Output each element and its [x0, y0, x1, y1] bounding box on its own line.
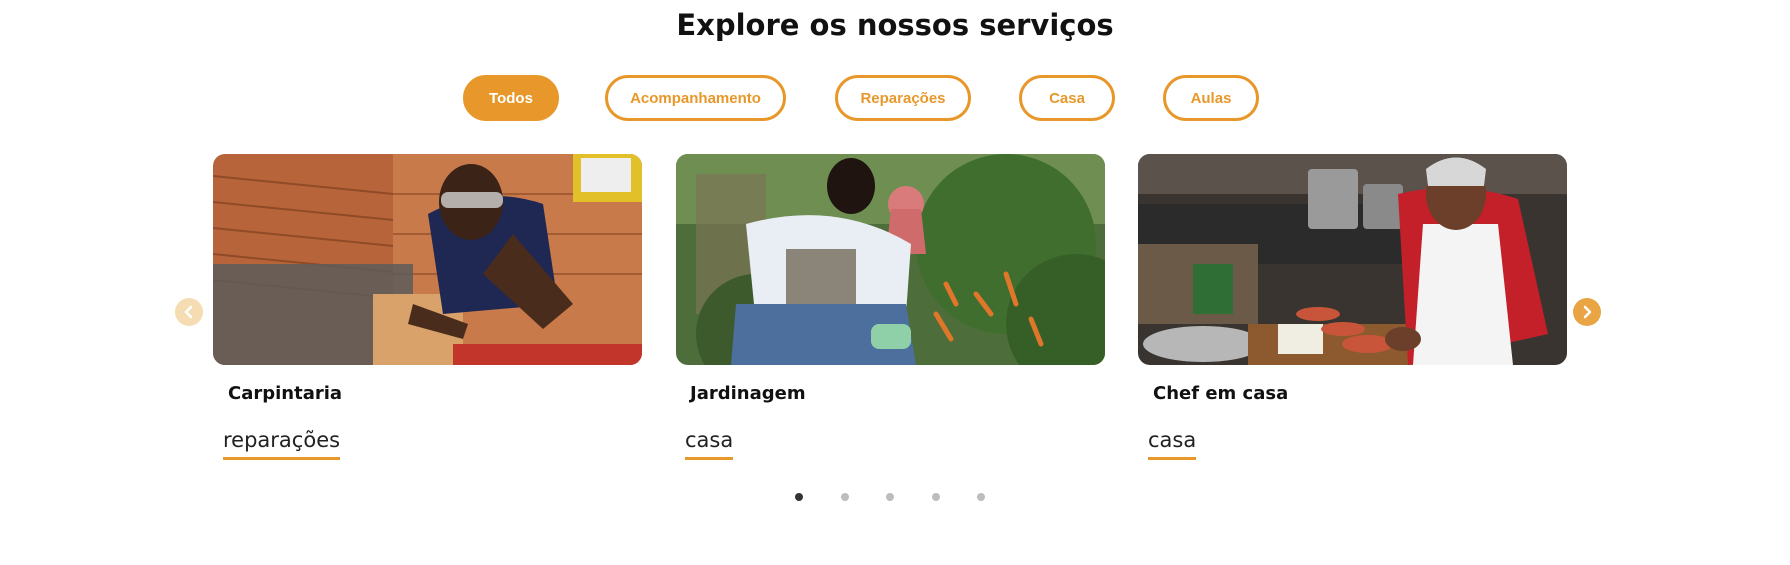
gardening-photo — [676, 154, 1105, 365]
carousel-dot-1[interactable] — [795, 493, 803, 501]
card-title-jardinagem: Jardinagem — [690, 383, 806, 404]
filter-casa-button[interactable]: Casa — [1019, 75, 1115, 121]
carousel-next-button[interactable] — [1573, 298, 1601, 326]
card-image-chef-em-casa[interactable] — [1138, 154, 1567, 365]
carousel-dot-4[interactable] — [932, 493, 940, 501]
filter-reparacoes-button[interactable]: Reparações — [835, 75, 971, 121]
carpentry-photo — [213, 154, 642, 365]
chevron-right-icon — [1583, 305, 1592, 319]
card-tag-jardinagem[interactable]: casa — [685, 426, 734, 460]
card-image-jardinagem[interactable] — [676, 154, 1105, 365]
cooking-photo — [1138, 154, 1567, 365]
filter-acompanhamento-button[interactable]: Acompanhamento — [605, 75, 786, 121]
filter-aulas-button[interactable]: Aulas — [1163, 75, 1259, 121]
filter-todos-button[interactable]: Todos — [463, 75, 559, 121]
card-title-carpintaria: Carpintaria — [228, 383, 343, 404]
card-image-carpintaria[interactable] — [213, 154, 642, 365]
card-title-chef-em-casa: Chef em casa — [1153, 383, 1289, 404]
carousel-prev-button[interactable] — [175, 298, 203, 326]
chevron-left-icon — [184, 305, 193, 319]
card-tag-chef-em-casa[interactable]: casa — [1148, 426, 1197, 460]
carousel-dot-2[interactable] — [841, 493, 849, 501]
section-title: Explore os nossos serviços — [676, 8, 1114, 42]
card-tag-carpintaria[interactable]: reparações — [223, 426, 341, 460]
carousel-dot-5[interactable] — [977, 493, 985, 501]
carousel-dot-3[interactable] — [886, 493, 894, 501]
